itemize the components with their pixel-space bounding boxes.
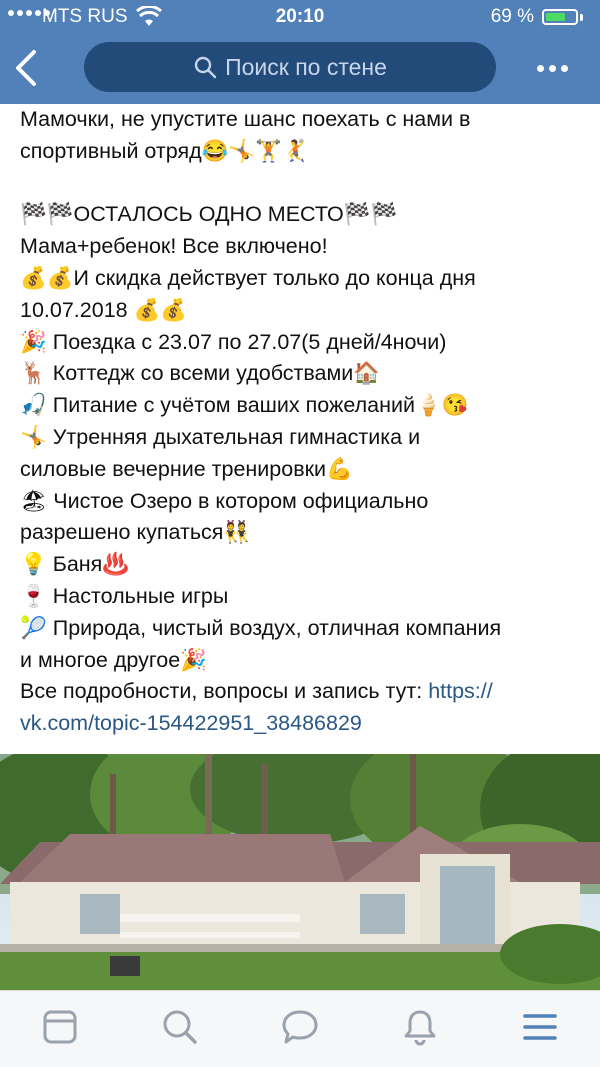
post-line: 💰💰И скидка действует только до конца дня: [20, 265, 476, 290]
tab-menu[interactable]: [520, 1007, 560, 1047]
post-line: 🎾 Природа, чистый воздух, отличная компа…: [20, 615, 502, 640]
post-line: Мама+ребенок! Все включено!: [20, 234, 328, 259]
post-text: Мамочки, не упустите шанс поехать с нами…: [20, 104, 586, 740]
wall-search-input[interactable]: Поиск по стене: [84, 42, 496, 92]
battery-percent: 69 %: [490, 6, 534, 27]
topic-link[interactable]: https://: [428, 679, 493, 703]
post-line: разрешено купаться👯: [20, 520, 251, 545]
post-line: и многое другое🎉: [20, 647, 207, 672]
battery-icon: [542, 9, 578, 25]
search-icon: [163, 1010, 197, 1044]
post-line: 🍷 Настольные игры: [20, 583, 229, 608]
top-bar: MTS RUS 20:10 69 % Поиск по стене: [0, 0, 600, 104]
messages-icon: [282, 1010, 318, 1044]
tab-messages[interactable]: [280, 1007, 320, 1047]
post-line: 🦌 Коттедж со всеми удобствами🏠: [20, 361, 381, 386]
more-options-icon[interactable]: [532, 58, 572, 78]
tab-search[interactable]: [160, 1007, 200, 1047]
status-bar: MTS RUS 20:10 69 %: [0, 0, 600, 36]
post-line: 🤸 Утренняя дыхательная гимнастика и: [20, 424, 421, 449]
battery-tip: [580, 14, 583, 21]
post-line: 10.07.2018 💰💰: [20, 297, 188, 322]
search-icon: [194, 56, 217, 79]
menu-icon: [523, 1014, 557, 1040]
post-line: 💡 Баня♨️: [20, 552, 130, 577]
post-line: 🏁🏁ОСТАЛОСЬ ОДНО МЕСТО🏁🏁: [20, 202, 398, 227]
post-line: спортивный отряд😂🤸🏋️🤾: [20, 138, 309, 163]
tab-notifications[interactable]: [400, 1007, 440, 1047]
post-line: 🎣 Питание с учётом ваших пожеланий🍦😘: [20, 393, 469, 418]
search-placeholder: Поиск по стене: [225, 53, 387, 80]
post-line: 🎉 Поездка с 23.07 по 27.07(5 дней/4ночи): [20, 329, 447, 354]
post-photo[interactable]: [0, 754, 600, 990]
post-link-line: Все подробности, вопросы и запись тут: h…: [20, 676, 586, 708]
tab-news[interactable]: [40, 1007, 80, 1047]
post-line: силовые вечерние тренировки💪: [20, 456, 353, 481]
topic-link-continued[interactable]: vk.com/topic-154422951_38486829: [20, 711, 362, 735]
notifications-icon: [404, 1010, 436, 1046]
post-line: Мамочки, не упустите шанс поехать с нами…: [20, 107, 471, 131]
back-arrow-icon[interactable]: [8, 46, 48, 90]
news-icon: [43, 1010, 77, 1044]
bottom-tab-bar: [0, 990, 600, 1067]
post-line: [20, 168, 586, 200]
post-link-line: vk.com/topic-154422951_38486829: [20, 708, 586, 740]
post-line: 🏖 Чистое Озеро в котором официально: [20, 488, 429, 513]
link-prefix: Все подробности, вопросы и запись тут:: [20, 679, 429, 704]
